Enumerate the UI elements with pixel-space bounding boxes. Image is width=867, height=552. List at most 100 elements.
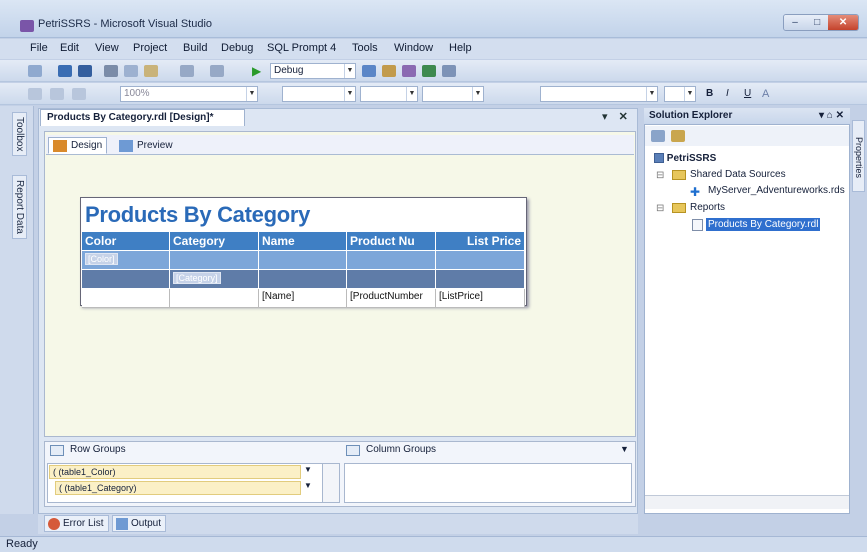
solution-explorer-toolbar	[645, 126, 849, 146]
report-title[interactable]: Products By Category	[85, 202, 310, 228]
menu-window[interactable]: Window	[394, 42, 433, 54]
minimize-button[interactable]: –	[784, 15, 807, 30]
row-group-menu-icon[interactable]: ▼	[304, 465, 312, 474]
style-combo[interactable]: ▼	[422, 86, 484, 102]
group-category-cell[interactable]	[82, 270, 170, 289]
preview-icon	[119, 140, 133, 152]
group-category-cell[interactable]	[347, 270, 436, 289]
tree-shared-data-sources[interactable]: Shared Data Sources	[690, 169, 786, 180]
menu-sql-prompt[interactable]: SQL Prompt 4	[267, 42, 336, 54]
detail-product-number-cell[interactable]: [ProductNumber	[347, 289, 436, 308]
zoom-combo[interactable]: 100% ▼	[120, 86, 258, 102]
maximize-button[interactable]: □	[806, 15, 829, 30]
object-browser-icon[interactable]	[402, 65, 416, 77]
copy-icon[interactable]	[124, 65, 138, 77]
column-groups-icon	[346, 445, 360, 456]
solution-configuration-combo[interactable]: Debug ▼	[270, 63, 356, 79]
tree-reports[interactable]: Reports	[690, 202, 725, 213]
solution-icon	[654, 153, 664, 164]
document-tab[interactable]: Products By Category.rdl [Design]*	[40, 109, 245, 126]
grouping-dropdown-icon[interactable]: ▼	[620, 444, 629, 454]
row-group-category[interactable]: ( (table1_Category)	[55, 481, 301, 495]
row-groups-icon	[50, 445, 64, 456]
toolbox-icon[interactable]	[422, 65, 436, 77]
solution-explorer-hscroll[interactable]	[645, 495, 849, 509]
redo-icon[interactable]	[210, 65, 224, 77]
menu-help[interactable]: Help	[449, 42, 472, 54]
header-category[interactable]: Category	[170, 232, 259, 251]
menu-tools[interactable]: Tools	[352, 42, 378, 54]
bold-icon[interactable]: B	[706, 88, 720, 100]
tree-report-file[interactable]: Products By Category.rdl	[706, 218, 821, 231]
detail-name-cell[interactable]: [Name]	[259, 289, 347, 308]
detail-list-price-cell[interactable]: [ListPrice]	[436, 289, 525, 308]
folder-icon	[672, 203, 686, 213]
font-combo[interactable]: ▼	[282, 86, 356, 102]
show-all-files-icon[interactable]	[671, 130, 685, 142]
menu-project[interactable]: Project	[133, 42, 167, 54]
header-list-price[interactable]: List Price	[436, 232, 525, 251]
find-icon[interactable]	[362, 65, 376, 77]
paste-icon[interactable]	[144, 65, 158, 77]
pane-controls[interactable]: ▾ ⌂ ✕	[819, 110, 844, 121]
properties-icon[interactable]	[382, 65, 396, 77]
new-project-icon[interactable]	[28, 65, 42, 77]
detail-cell[interactable]	[82, 289, 170, 308]
detail-cell[interactable]	[170, 289, 259, 308]
tab-preview[interactable]: Preview	[114, 137, 178, 154]
font-size-combo[interactable]: ▼	[360, 86, 418, 102]
group-color-cell[interactable]	[436, 251, 525, 270]
header-product-number[interactable]: Product Nu	[347, 232, 436, 251]
report-table[interactable]: Color Category Name Product Nu List Pric…	[82, 232, 525, 308]
tree-datasource[interactable]: MyServer_Adventureworks.rds	[708, 185, 845, 196]
row-group-color[interactable]: ( (table1_Color)	[49, 465, 301, 479]
size-icon[interactable]	[50, 88, 64, 100]
tree-project[interactable]: PetriSSRS	[654, 153, 716, 164]
spacing-icon[interactable]	[72, 88, 86, 100]
menu-edit[interactable]: Edit	[60, 42, 79, 54]
toolbox-tab[interactable]: Toolbox	[12, 112, 27, 157]
menu-debug[interactable]: Debug	[221, 42, 253, 54]
group-color-cell[interactable]: [Color]	[82, 251, 170, 270]
window-icon[interactable]	[442, 65, 456, 77]
properties-icon[interactable]	[651, 130, 665, 142]
undo-icon[interactable]	[180, 65, 194, 77]
tab-dropdown-icon[interactable]: ▾	[602, 111, 608, 123]
visual-studio-icon	[20, 20, 34, 32]
properties-tab[interactable]: Properties	[852, 120, 865, 192]
row-group-menu-icon[interactable]: ▼	[304, 481, 312, 490]
group-category-cell[interactable]: [Category]	[170, 270, 259, 289]
border-combo[interactable]: ▼	[664, 86, 696, 102]
start-debugging-icon[interactable]: ▶	[252, 65, 266, 77]
tab-output[interactable]: Output	[112, 515, 167, 532]
save-icon[interactable]	[58, 65, 72, 77]
menu-file[interactable]: File	[30, 42, 48, 54]
tree-expander: ⊟	[656, 170, 665, 181]
expression-combo[interactable]: ▼	[540, 86, 658, 102]
cut-icon[interactable]	[104, 65, 118, 77]
row-groups-scrollbar[interactable]	[322, 463, 340, 503]
report-data-tab[interactable]: Report Data	[12, 175, 27, 239]
tree-expander: ⊟	[656, 203, 665, 214]
close-document-icon[interactable]: ✕	[619, 111, 628, 123]
group-color-cell[interactable]	[347, 251, 436, 270]
column-groups-list[interactable]	[344, 463, 632, 503]
group-color-cell[interactable]	[170, 251, 259, 270]
column-groups-header: Column Groups	[346, 444, 436, 456]
header-color[interactable]: Color	[82, 232, 170, 251]
group-category-cell[interactable]	[436, 270, 525, 289]
group-category-cell[interactable]	[259, 270, 347, 289]
tab-design[interactable]: Design	[48, 137, 108, 154]
datasource-icon: ✚	[690, 185, 701, 199]
font-color-icon[interactable]: A	[762, 88, 776, 100]
save-all-icon[interactable]	[78, 65, 92, 77]
menu-build[interactable]: Build	[183, 42, 207, 54]
group-color-cell[interactable]	[259, 251, 347, 270]
menu-view[interactable]: View	[95, 42, 119, 54]
header-name[interactable]: Name	[259, 232, 347, 251]
close-button[interactable]: ✕	[828, 15, 858, 30]
align-icon[interactable]	[28, 88, 42, 100]
underline-icon[interactable]: U	[744, 88, 758, 100]
tab-error-list[interactable]: Error List	[44, 515, 109, 532]
italic-icon[interactable]: I	[726, 88, 740, 100]
